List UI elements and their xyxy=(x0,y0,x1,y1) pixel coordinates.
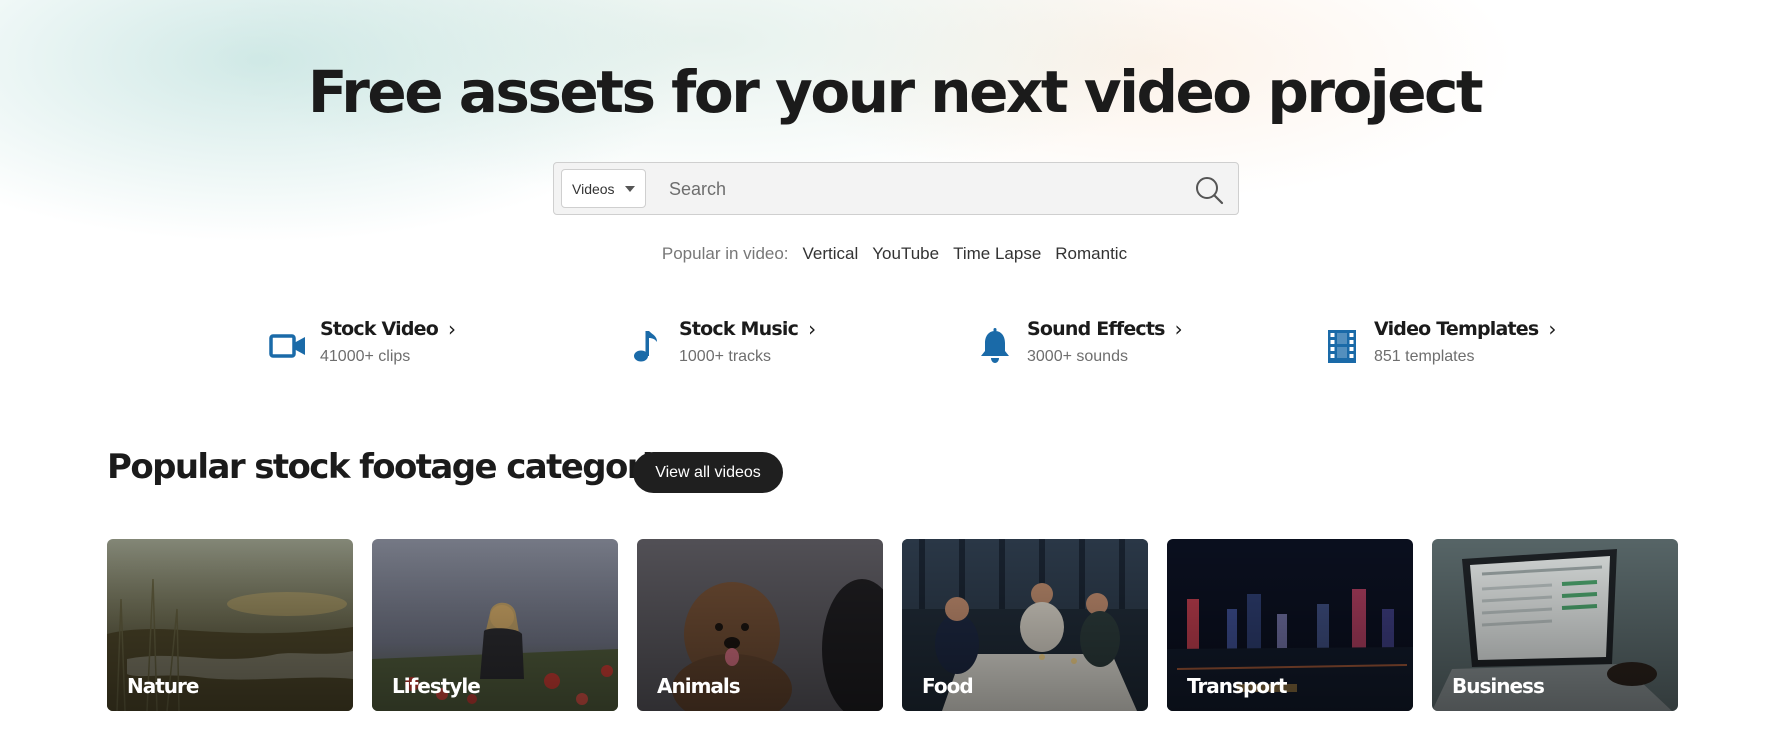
category-card-transport[interactable]: Transport xyxy=(1167,539,1413,711)
chevron-right-icon: › xyxy=(1548,317,1556,341)
view-all-videos-button[interactable]: View all videos xyxy=(633,452,783,493)
category-card-nature[interactable]: Nature xyxy=(107,539,353,711)
popular-link-youtube[interactable]: YouTube xyxy=(872,244,939,264)
search-type-label: Videos xyxy=(572,180,615,197)
caret-down-icon xyxy=(624,185,635,192)
category-label-business: Business xyxy=(1452,674,1545,698)
category-label-nature: Nature xyxy=(127,674,199,698)
chevron-right-icon: › xyxy=(1174,317,1183,341)
music-note-icon xyxy=(634,331,657,362)
asset-title-video-templates: Video Templates xyxy=(1374,318,1539,340)
category-card-animals[interactable]: Animals xyxy=(637,539,883,711)
search-input[interactable] xyxy=(669,171,1169,207)
search-type-select[interactable]: Videos xyxy=(561,169,646,208)
asset-stock-music[interactable]: Stock Music › 1000+ tracks xyxy=(627,314,816,366)
asset-subtitle-stock-video: 41000+ clips xyxy=(320,348,411,365)
chevron-right-icon: › xyxy=(808,317,816,341)
bell-icon xyxy=(981,328,1009,363)
category-card-business[interactable]: Business xyxy=(1432,539,1678,711)
popular-label: Popular in video: xyxy=(661,244,789,263)
asset-title-sound-effects: Sound Effects xyxy=(1027,318,1165,340)
asset-subtitle-video-templates: 851 templates xyxy=(1374,348,1475,365)
category-label-food: Food xyxy=(922,674,974,698)
hero-title: Free assets for your next video project xyxy=(307,58,1484,126)
popular-link-time-lapse[interactable]: Time Lapse xyxy=(953,244,1041,264)
asset-video-templates[interactable]: Video Templates › 851 templates xyxy=(1322,314,1556,366)
asset-stock-video[interactable]: Stock Video › 41000+ clips xyxy=(268,314,456,366)
asset-subtitle-stock-music: 1000+ tracks xyxy=(679,348,772,365)
asset-sound-effects[interactable]: Sound Effects › 3000+ sounds xyxy=(975,314,1183,366)
search-bar: Videos xyxy=(553,162,1239,215)
asset-subtitle-sound-effects: 3000+ sounds xyxy=(1027,348,1128,365)
category-card-lifestyle[interactable]: Lifestyle xyxy=(372,539,618,711)
search-icon[interactable] xyxy=(1194,175,1224,205)
asset-title-stock-video: Stock Video xyxy=(320,318,439,340)
film-strip-icon xyxy=(1328,330,1356,363)
popular-link-vertical[interactable]: Vertical xyxy=(803,244,859,264)
asset-title-stock-music: Stock Music xyxy=(679,318,799,340)
category-label-lifestyle: Lifestyle xyxy=(392,674,481,698)
popular-searches: Popular in video: Vertical YouTube Time … xyxy=(0,244,1789,264)
popular-link-romantic[interactable]: Romantic xyxy=(1055,244,1127,264)
category-label-transport: Transport xyxy=(1187,674,1287,698)
category-label-animals: Animals xyxy=(657,674,741,698)
section-title: Popular stock footage categories xyxy=(107,447,694,487)
video-camera-icon xyxy=(269,334,305,358)
category-card-food[interactable]: Food xyxy=(902,539,1148,711)
chevron-right-icon: › xyxy=(447,317,456,341)
